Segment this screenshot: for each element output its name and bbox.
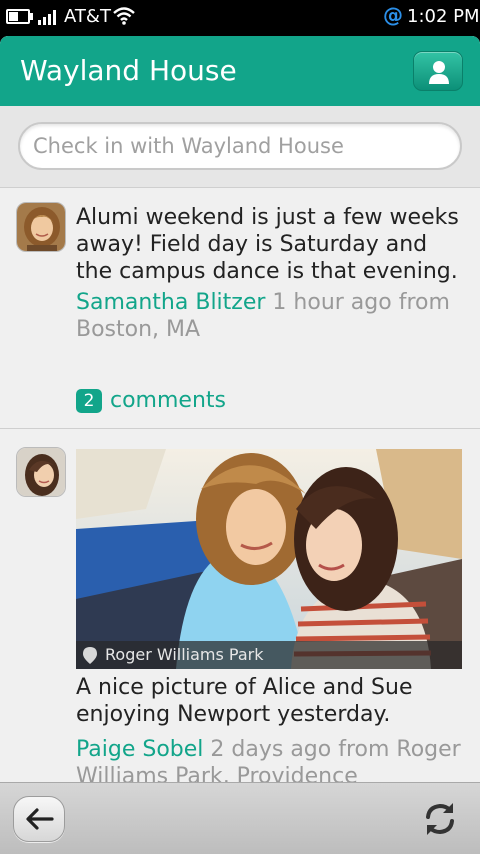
page-title: Wayland House — [20, 54, 237, 87]
refresh-icon[interactable] — [420, 799, 460, 839]
avatar[interactable] — [16, 202, 66, 252]
clock: 1:02 PM — [407, 6, 480, 27]
location-pin-icon — [83, 647, 97, 664]
post-meta: Paige Sobel 2 days ago from Roger Willia… — [76, 736, 476, 782]
post-author[interactable]: Paige Sobel — [76, 737, 203, 762]
feed-post[interactable]: Alumi weekend is just a few weeks away! … — [0, 188, 480, 428]
profile-button[interactable] — [413, 51, 463, 91]
post-author[interactable]: Samantha Blitzer — [76, 290, 265, 315]
comments-label: comments — [110, 388, 226, 413]
post-meta: Samantha Blitzer 1 hour ago from Boston,… — [76, 289, 476, 343]
post-photo[interactable]: Roger Williams Park — [76, 449, 462, 669]
post-text: Alumi weekend is just a few weeks away! … — [76, 205, 459, 284]
back-arrow-icon — [26, 808, 54, 830]
header: Wayland House — [0, 36, 480, 106]
post-text: A nice picture of Alice and Sue enjoying… — [76, 675, 413, 727]
feed[interactable]: Alumi weekend is just a few weeks away! … — [0, 188, 480, 782]
comments-link[interactable]: 2 comments — [76, 389, 226, 413]
bottom-toolbar — [0, 782, 480, 854]
wifi-icon — [113, 7, 135, 25]
feed-post[interactable]: Roger Williams Park A nice picture of Al… — [0, 429, 480, 782]
back-button[interactable] — [13, 796, 65, 842]
avatar[interactable] — [16, 447, 66, 497]
app-window: Wayland House Alumi week — [0, 36, 480, 854]
carrier-name: AT&T — [64, 6, 111, 27]
photo-location-bar: Roger Williams Park — [76, 641, 462, 669]
checkin-input[interactable] — [18, 122, 462, 170]
checkin-area — [0, 106, 480, 188]
photo-location-label: Roger Williams Park — [105, 645, 264, 664]
email-notification-icon: @ — [383, 3, 403, 27]
comment-count-badge: 2 — [76, 389, 102, 413]
person-icon — [429, 61, 449, 84]
battery-icon — [6, 9, 30, 24]
status-bar: AT&T @ 1:02 PM — [0, 0, 480, 36]
signal-icon — [38, 9, 58, 25]
